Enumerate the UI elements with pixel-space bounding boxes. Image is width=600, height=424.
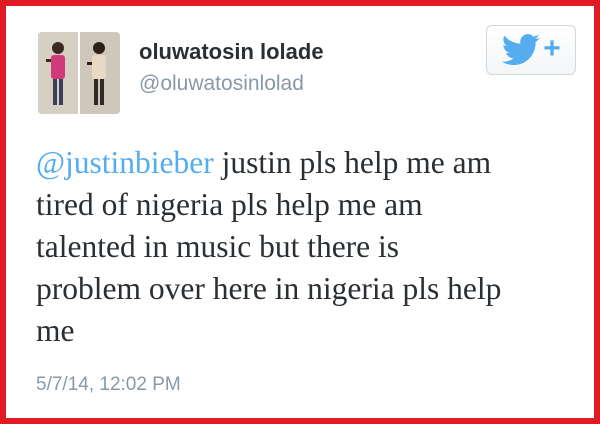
tweet-timestamp[interactable]: 5/7/14, 12:02 PM [36,374,181,396]
avatar-photo [38,32,120,114]
tweet-text-line: me [36,313,75,348]
mention-link[interactable]: @justinbieber [36,145,214,180]
tweet-text-line: tired of nigeria pls help me am [36,187,423,222]
tweet-text-line: problem over here in nigeria pls help [36,271,502,306]
twitter-bird-icon [502,34,540,66]
tweet-text: @justinbieber justin pls help me am tired… [36,142,581,352]
tweet-text-line: justin pls help me am [213,145,492,180]
follow-button[interactable]: + [486,25,576,75]
avatar[interactable] [38,32,120,114]
follow-plus-glyph: + [543,32,561,65]
author-handle[interactable]: @oluwatosinlolad [139,72,304,96]
tweet-card: oluwatosin lolade @oluwatosinlolad + @ju… [0,0,600,424]
tweet-text-line: talented in music but there is [36,229,400,264]
author-display-name[interactable]: oluwatosin lolade [139,39,324,65]
